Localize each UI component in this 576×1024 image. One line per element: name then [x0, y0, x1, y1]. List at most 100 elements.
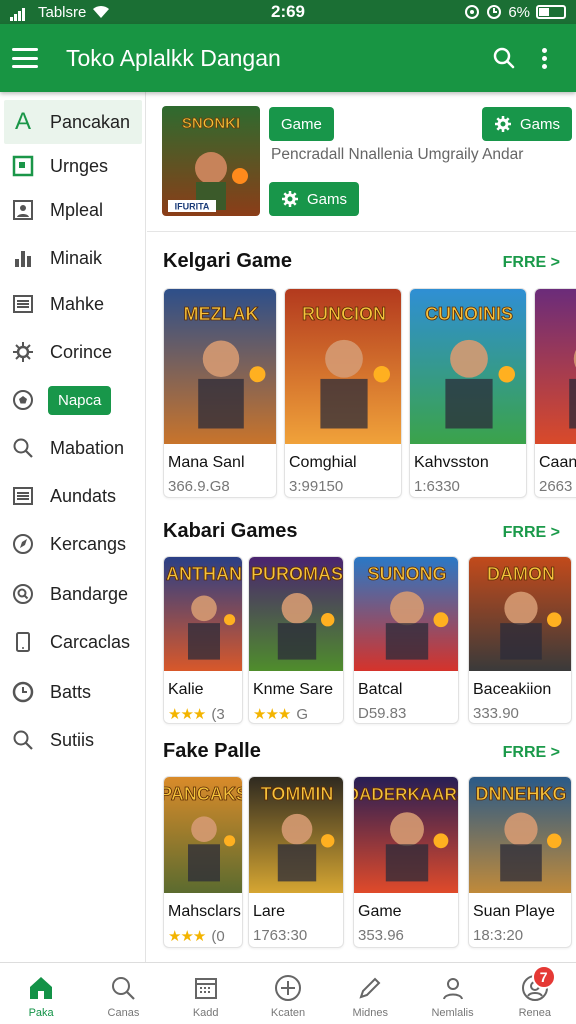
section-title: Kabari Games: [163, 520, 298, 542]
game-meta: 353.96: [358, 927, 404, 944]
app-title: Toko Aplalkk Dangan: [66, 44, 281, 71]
game-title: Knme Sare: [253, 681, 334, 698]
gams-button-top-label: Gams: [520, 115, 561, 133]
sidebar-item-minaik[interactable]: Minaik: [4, 236, 142, 280]
sidebar-item-napca[interactable]: Napca: [4, 378, 142, 422]
sidebar-item-label: Mahke: [50, 293, 105, 314]
game-thumbnail: MEZLAK: [164, 289, 276, 449]
alarm-icon: [487, 5, 502, 19]
gams-button[interactable]: Gams: [269, 182, 360, 216]
game-card[interactable]: CUNOINIS Kahvsston 1:6330: [409, 288, 527, 498]
game-title: Lare: [253, 903, 286, 920]
app-bar: Toko Aplalkk Dangan: [0, 24, 576, 92]
sidebar-item-label: Bandarge: [50, 583, 129, 604]
nav-kadd[interactable]: Kadd: [165, 963, 247, 1024]
sidebar-item-corince[interactable]: Corince: [4, 330, 142, 374]
sidebar-item-kercangs[interactable]: Kercangs: [4, 522, 142, 566]
search-circle-icon: [10, 581, 36, 607]
featured-banner: SNONKI IFURITA Game Gams Pencradall Nnal…: [147, 92, 576, 232]
section-more-link[interactable]: FRRE >: [503, 524, 560, 542]
nav-label: Canas: [107, 1007, 140, 1019]
clock-icon: [10, 679, 36, 705]
game-meta: ★★★ G: [253, 705, 308, 723]
game-card[interactable]: DNNEHKG Suan Playe 18:3:20: [468, 776, 572, 948]
game-card[interactable]: SUNONG Batcal D59.83: [353, 556, 459, 724]
game-meta-value: 2663: [539, 478, 573, 495]
sidebar-item-bandarge[interactable]: Bandarge: [4, 572, 142, 616]
portrait-icon: [10, 197, 36, 223]
sidebar-item-label: Corince: [50, 341, 113, 362]
menu-icon[interactable]: [12, 48, 38, 68]
signal-icon: [10, 4, 26, 21]
search-icon: [10, 435, 36, 461]
chart-bars-icon: [10, 245, 36, 271]
sidebar-item-label: Sutiis: [50, 729, 95, 750]
game-thumbnail: DNNEHKG: [469, 777, 571, 898]
calendar-icon: [191, 973, 221, 1003]
sidebar-item-urnges[interactable]: Urnges: [4, 144, 142, 188]
game-art-title: RUNCION: [302, 304, 386, 324]
battery-icon: [536, 5, 566, 19]
game-thumbnail: PUROMAS: [249, 557, 343, 676]
game-card[interactable]: TOMMIN Lare 1763:30: [248, 776, 344, 948]
game-card[interactable]: RUNCION Comghial 3:99150: [284, 288, 402, 498]
sidebar-item-sutiis[interactable]: Sutiis: [4, 718, 142, 762]
game-card[interactable]: ANTHAN Kalie ★★★ (3: [163, 556, 243, 724]
game-meta-value: (0: [211, 928, 225, 945]
game-button[interactable]: Game: [269, 107, 334, 141]
nav-renea[interactable]: Renea 7: [494, 963, 576, 1024]
sidebar-item-carcaclas[interactable]: Carcaclas: [4, 620, 142, 664]
wifi-icon: [93, 5, 110, 18]
nav-midnes[interactable]: Midnes: [329, 963, 411, 1024]
gams-button-label: Gams: [307, 190, 348, 208]
game-meta-value: D59.83: [358, 705, 407, 722]
game-card[interactable]: OADERKAARS Game 353.96: [353, 776, 459, 948]
featured-game-art[interactable]: SNONKI IFURITA: [162, 106, 260, 216]
game-art-title: PANCAKS: [164, 784, 243, 804]
nav-kcaten[interactable]: Kcaten: [247, 963, 329, 1024]
nav-label: Kcaten: [270, 1007, 306, 1019]
featured-description: Pencradall Nnallenia Umgraily Andar: [271, 146, 524, 163]
more-options-button[interactable]: [524, 38, 564, 78]
game-meta: 1763:30: [253, 927, 307, 944]
game-title: Batcal: [358, 681, 403, 698]
person-icon: [438, 973, 468, 1003]
sidebar-item-mahke[interactable]: Mahke: [4, 282, 142, 326]
game-meta-value: 3:99150: [289, 478, 344, 495]
nav-paka[interactable]: Paka: [0, 963, 82, 1024]
game-meta: 1:6330: [414, 478, 460, 495]
sidebar-item-batts[interactable]: Batts: [4, 670, 142, 714]
game-title: Baceakiion: [473, 681, 552, 698]
section-more-link[interactable]: FRRE >: [503, 744, 560, 762]
battery-percent: 6%: [508, 3, 530, 21]
game-art-title: DNNEHKG: [475, 784, 566, 804]
game-card[interactable]: PUROMAS Knme Sare ★★★ G: [248, 556, 344, 724]
section-more-link[interactable]: FRRE >: [503, 254, 560, 272]
nav-nemlalis[interactable]: Nemlalis: [411, 963, 493, 1024]
game-title: Suan Playe: [473, 903, 555, 920]
game-thumbnail: TOMMIN: [249, 777, 343, 898]
sidebar-item-label: Mabation: [50, 437, 125, 458]
sidebar-item-label: Pancakan: [50, 111, 131, 132]
game-thumbnail: ANTHAN: [164, 557, 242, 676]
game-card[interactable]: DAMON Baceakiion 333.90: [468, 556, 572, 724]
sidebar-item-pancakan[interactable]: A Pancakan: [4, 100, 142, 144]
sidebar-item-mabation[interactable]: Mabation: [4, 426, 142, 470]
nav-canas[interactable]: Canas: [82, 963, 164, 1024]
game-card[interactable]: PANCAKS Mahsclars ★★★ (0: [163, 776, 243, 948]
game-art-title: PUROMAS: [251, 564, 343, 584]
gams-button-top[interactable]: Gams: [482, 107, 573, 141]
sidebar-item-label: Aundats: [50, 485, 117, 506]
sidebar-item-aundats[interactable]: Aundats: [4, 474, 142, 518]
star-rating-icon: ★★★: [168, 928, 206, 945]
sidebar-item-label: Batts: [50, 681, 92, 702]
home-icon: [26, 973, 56, 1003]
sidebar-item-mpleal[interactable]: Mpleal: [4, 188, 142, 232]
search-button[interactable]: [484, 38, 524, 78]
game-card[interactable]: J Caan 2663: [534, 288, 576, 498]
sidebar-item-label: Minaik: [50, 247, 103, 268]
game-thumbnail: PANCAKS: [164, 777, 242, 898]
game-title: Mana Sanl: [168, 454, 245, 471]
featured-art-badge: IFURITA: [175, 202, 210, 212]
game-card[interactable]: MEZLAK Mana Sanl 366.9.G8: [163, 288, 277, 498]
